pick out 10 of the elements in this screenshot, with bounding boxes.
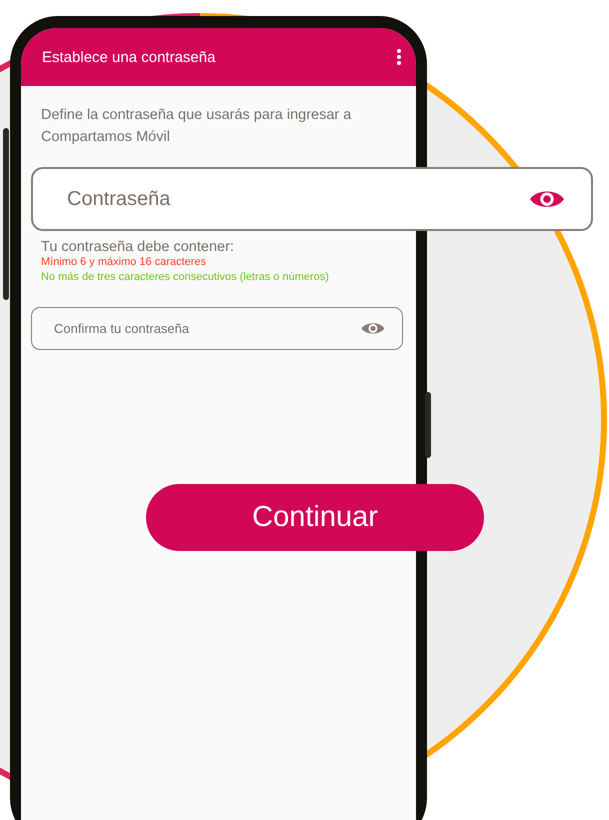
- requirements-title: Tu contraseña debe contener:: [41, 239, 235, 255]
- more-menu-icon[interactable]: [396, 48, 402, 66]
- eye-icon[interactable]: [361, 321, 385, 336]
- continue-button[interactable]: Continuar: [146, 484, 484, 551]
- requirement-text: Mínimo 6 y máximo 16 caracteres: [41, 255, 208, 270]
- password-field[interactable]: Contraseña: [31, 167, 593, 231]
- description-text: Define la contraseña que usarás para ingresar a Compartamos Móvil: [41, 106, 352, 147]
- header-title: Establece una contraseña: [42, 48, 216, 66]
- requirement-text: No más de tres caracteres consecutivos (letras o números): [41, 270, 330, 285]
- confirm-password-field[interactable]: Confirma tu contraseña: [31, 307, 403, 350]
